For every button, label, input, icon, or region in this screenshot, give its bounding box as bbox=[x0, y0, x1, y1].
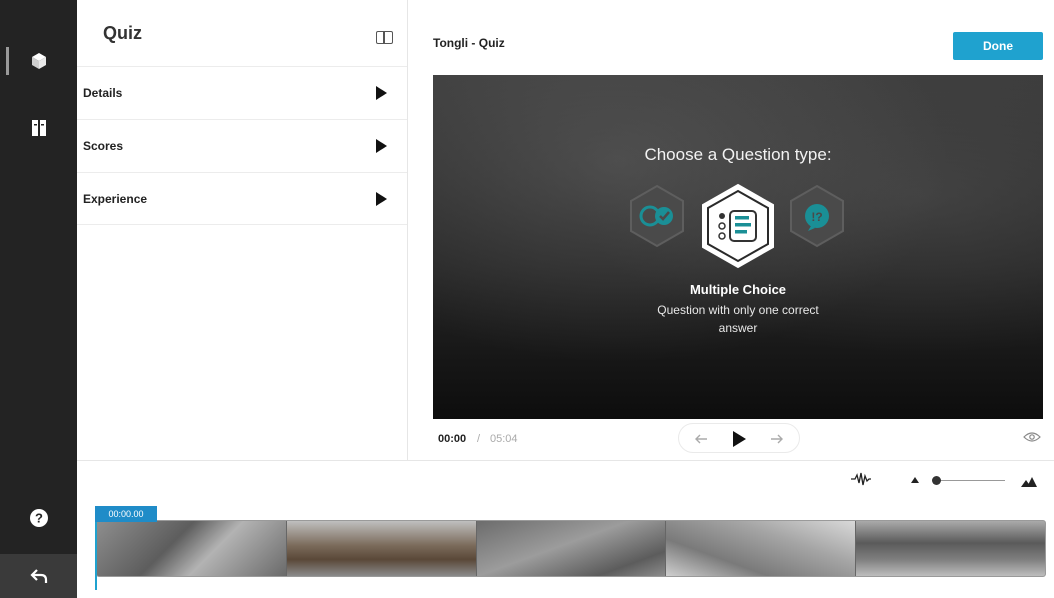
question-type-multiple-choice[interactable] bbox=[698, 182, 778, 275]
timeline-thumbnail bbox=[666, 521, 857, 576]
book-icon bbox=[31, 120, 46, 136]
play-button[interactable] bbox=[727, 427, 751, 451]
activity-title: Tongli - Quiz bbox=[433, 36, 505, 50]
rail-item-chapters[interactable] bbox=[0, 106, 77, 150]
preview-eye-icon[interactable] bbox=[1023, 430, 1041, 448]
arrow-left-icon bbox=[695, 434, 707, 444]
zoom-out-icon[interactable] bbox=[911, 477, 919, 483]
playback-bar bbox=[678, 423, 800, 453]
timeline-filmstrip[interactable] bbox=[96, 520, 1046, 577]
playhead-line[interactable] bbox=[95, 520, 97, 590]
question-type-true-false[interactable] bbox=[626, 182, 688, 255]
reflection-point-icon: !? bbox=[790, 184, 844, 248]
video-stage: Choose a Question type: !? Multiple Choi… bbox=[433, 75, 1043, 419]
question-type-description: Question with only one correct answer bbox=[657, 303, 819, 335]
section-experience[interactable]: Experience bbox=[77, 172, 407, 225]
timeline-thumbnail bbox=[286, 521, 477, 576]
question-type-reflection-point[interactable]: !? bbox=[786, 182, 848, 255]
svg-text:!?: !? bbox=[811, 210, 822, 224]
panel-title: Quiz bbox=[103, 22, 142, 43]
expand-arrow-icon bbox=[376, 86, 387, 100]
expand-arrow-icon bbox=[376, 192, 387, 206]
timeline-thumbnail bbox=[476, 521, 667, 576]
cube-icon bbox=[31, 53, 46, 69]
section-scores[interactable]: Scores bbox=[77, 119, 407, 172]
sidebar-rail: ? bbox=[0, 0, 77, 598]
done-button[interactable]: Done bbox=[953, 32, 1043, 60]
timeline-thumbnail bbox=[97, 521, 287, 576]
player-controls: 00:00 / 05:04 bbox=[433, 422, 1043, 456]
waveform-icon[interactable] bbox=[850, 472, 872, 491]
multiple-choice-icon bbox=[702, 183, 774, 269]
section-label: Scores bbox=[83, 139, 124, 153]
timeline-thumbnail bbox=[856, 521, 1045, 576]
back-arrow-icon bbox=[29, 569, 47, 583]
expand-arrow-icon bbox=[376, 139, 387, 153]
zoom-in-icon[interactable] bbox=[1021, 474, 1037, 492]
rail-item-interactions[interactable] bbox=[0, 39, 77, 83]
true-false-icon bbox=[630, 184, 684, 248]
section-label: Experience bbox=[83, 191, 148, 206]
section-details[interactable]: Details bbox=[77, 66, 407, 119]
main-area: Tongli - Quiz Done Choose a Question typ… bbox=[408, 0, 1054, 460]
svg-text:?: ? bbox=[35, 511, 43, 526]
time-separator: / bbox=[477, 433, 481, 445]
playhead-time-badge[interactable]: 00:00.00 bbox=[95, 506, 157, 522]
back-button[interactable] bbox=[0, 554, 77, 598]
question-type-title: Multiple Choice bbox=[689, 282, 787, 297]
timeline-toolbar bbox=[77, 460, 1054, 498]
current-time: 00:00 bbox=[438, 433, 467, 445]
question-type-prompt: Choose a Question type: bbox=[644, 145, 832, 164]
zoom-slider-track[interactable] bbox=[935, 480, 1005, 481]
section-label: Details bbox=[83, 86, 123, 100]
play-icon bbox=[733, 431, 746, 447]
help-icon: ? bbox=[29, 509, 48, 527]
total-time: 05:04 bbox=[490, 433, 518, 445]
previous-button[interactable] bbox=[689, 427, 713, 451]
next-button[interactable] bbox=[765, 427, 789, 451]
zoom-slider-handle[interactable] bbox=[932, 476, 941, 485]
arrow-right-icon bbox=[771, 434, 783, 444]
panel-toggle-icon[interactable] bbox=[376, 31, 393, 44]
panel-header: Quiz bbox=[77, 0, 407, 66]
rail-item-help[interactable]: ? bbox=[0, 496, 77, 540]
settings-panel: Quiz Details Scores Experience bbox=[77, 0, 408, 460]
